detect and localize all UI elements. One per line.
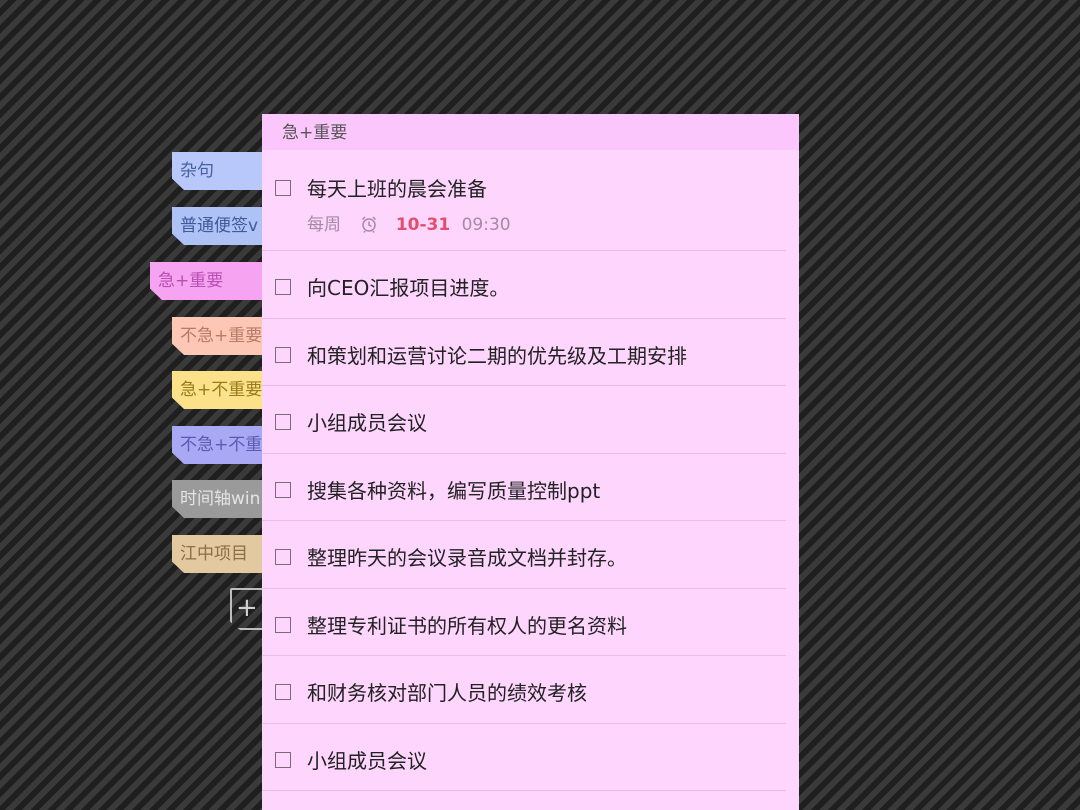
task-checkbox[interactable]	[275, 549, 291, 565]
task-title: 每天上班的晨会准备	[307, 177, 487, 201]
panel-header[interactable]: 急+重要	[262, 114, 799, 150]
tab-label: 时间轴win	[180, 489, 261, 509]
repeat-label: 每周	[307, 215, 341, 235]
alarm-clock-icon	[360, 215, 378, 238]
tab-label: 急+不重要	[180, 380, 263, 400]
tab-jiangzhong-project[interactable]: 江中项目	[172, 535, 266, 573]
task-title: 向CEO汇报项目进度。	[307, 276, 510, 300]
task-checkbox[interactable]	[275, 347, 291, 363]
tab-zaju[interactable]: 杂句	[172, 152, 266, 190]
task-item[interactable]: 每天上班的晨会准备 每周 10-31 09:30	[262, 150, 786, 251]
task-item[interactable]: 整理昨天的会议录音成文档并封存。	[262, 521, 786, 589]
tab-not-urgent-not-important[interactable]: 不急+不重	[172, 426, 266, 464]
task-title: 小组成员会议	[307, 411, 427, 435]
tab-urgent-not-important[interactable]: 急+不重要	[172, 371, 266, 409]
task-checkbox[interactable]	[275, 279, 291, 295]
add-tab-button[interactable]: +	[230, 588, 264, 630]
task-item[interactable]: 小组成员会议	[262, 386, 786, 454]
task-item[interactable]: 小组成员会议	[262, 724, 786, 791]
tab-label: 急+重要	[158, 271, 224, 291]
task-item[interactable]: 整理专利证书的所有权人的更名资料	[262, 589, 786, 656]
tab-label: 不急+重要	[180, 326, 263, 346]
due-date: 10-31	[395, 215, 451, 235]
task-checkbox[interactable]	[275, 414, 291, 430]
task-checkbox[interactable]	[275, 180, 291, 196]
task-checkbox[interactable]	[275, 752, 291, 768]
task-title: 整理专利证书的所有权人的更名资料	[307, 614, 627, 638]
task-checkbox[interactable]	[275, 482, 291, 498]
task-title: 搜集各种资料，编写质量控制ppt	[307, 479, 601, 503]
task-item[interactable]: 向CEO汇报项目进度。	[262, 251, 786, 319]
panel-title: 急+重要	[282, 123, 348, 143]
task-checkbox[interactable]	[275, 617, 291, 633]
task-checkbox[interactable]	[275, 684, 291, 700]
note-panel: 急+重要 每天上班的晨会准备 每周 10-31 09:30 向CEO汇报项目进度…	[262, 114, 799, 810]
plus-icon: +	[236, 593, 258, 623]
tab-label: 杂句	[180, 161, 214, 181]
task-title: 小组成员会议	[307, 749, 427, 773]
due-time: 09:30	[461, 215, 511, 235]
tab-label: 普通便签v	[180, 216, 259, 236]
task-item[interactable]: 搜集各种资料，编写质量控制ppt	[262, 454, 786, 521]
tab-not-urgent-important[interactable]: 不急+重要	[172, 317, 266, 355]
tab-timeline[interactable]: 时间轴win	[172, 480, 266, 518]
tab-label: 江中项目	[180, 544, 248, 564]
task-title: 整理昨天的会议录音成文档并封存。	[307, 546, 627, 570]
tab-label: 不急+不重	[180, 435, 263, 455]
tab-urgent-important[interactable]: 急+重要	[150, 262, 266, 300]
task-title: 和财务核对部门人员的绩效考核	[307, 681, 587, 705]
task-item[interactable]: 和策划和运营讨论二期的优先级及工期安排	[262, 319, 786, 386]
tab-normal-notes[interactable]: 普通便签v	[172, 207, 266, 245]
task-title: 和策划和运营讨论二期的优先级及工期安排	[307, 344, 687, 368]
task-item[interactable]: 和财务核对部门人员的绩效考核	[262, 656, 786, 724]
task-meta: 每周 10-31 09:30	[307, 210, 511, 238]
